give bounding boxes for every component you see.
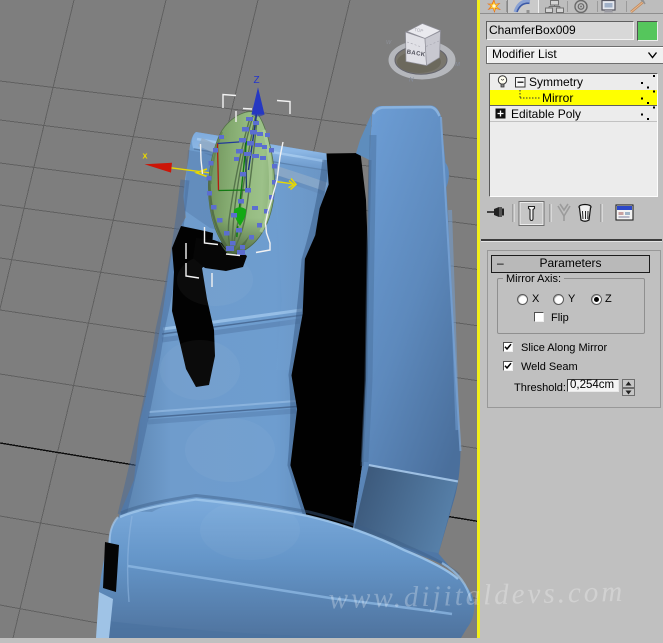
svg-text:Z: Z: [254, 75, 260, 86]
svg-text:W: W: [386, 40, 392, 46]
svg-text:N: N: [409, 77, 414, 84]
svg-text:x: x: [143, 151, 148, 161]
svg-text:M: M: [455, 62, 460, 68]
